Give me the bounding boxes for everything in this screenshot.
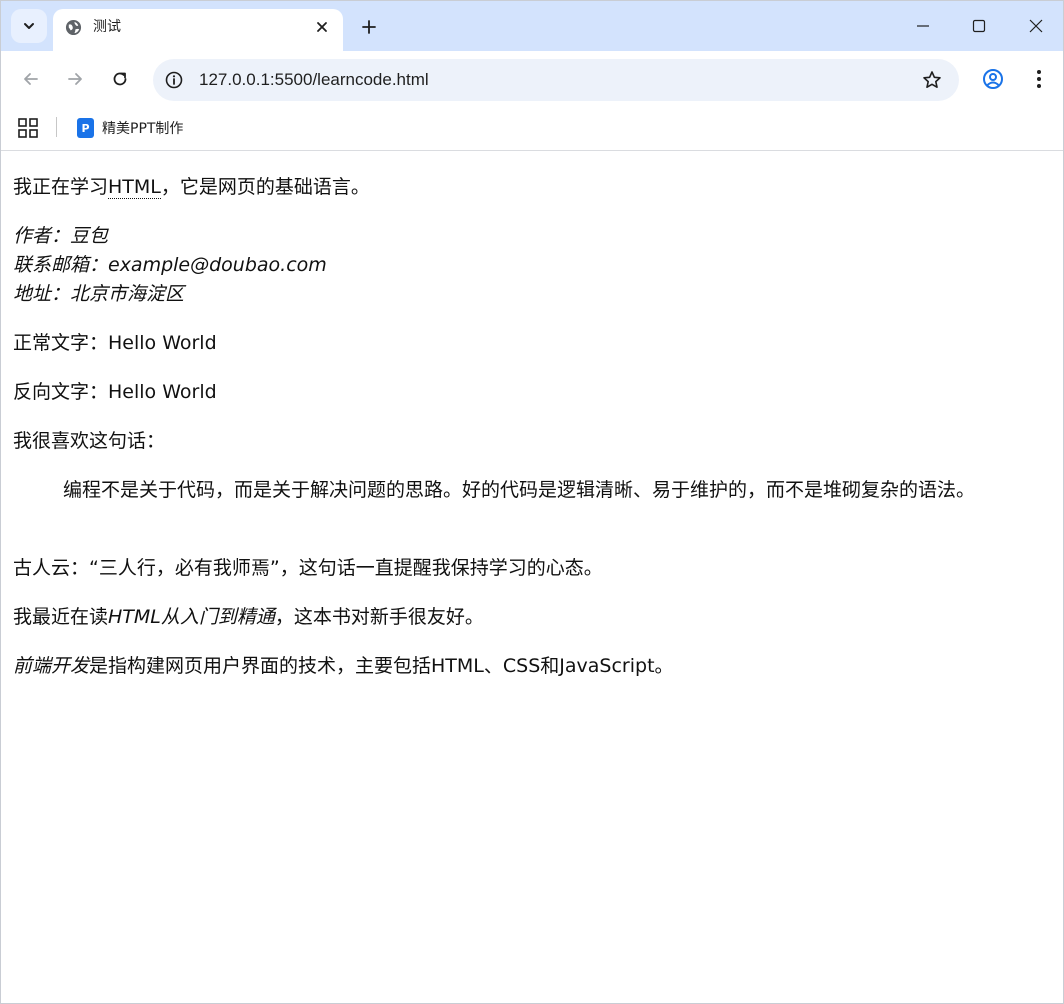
bookmark-star-icon[interactable] xyxy=(921,69,943,91)
close-icon xyxy=(317,22,327,32)
blockquote: 编程不是关于代码，而是关于解决问题的思路。好的代码是逻辑清晰、易于维护的，而不是… xyxy=(63,479,976,501)
minimize-button[interactable] xyxy=(905,9,941,43)
browser-window: 测试 127.0.0.1:5500/learncode.html P 精美PPT… xyxy=(0,0,1064,1004)
forward-button[interactable] xyxy=(61,65,89,93)
reading-paragraph: 我最近在读HTML从入门到精通，这本书对新手很友好。 xyxy=(13,606,484,628)
more-vert-icon xyxy=(1037,70,1041,88)
book-title: HTML从入门到精通 xyxy=(108,606,275,628)
arrow-left-icon xyxy=(24,73,38,85)
reload-icon xyxy=(113,72,127,86)
reversed-text: dlroW olleH xyxy=(108,381,217,403)
maximize-icon xyxy=(972,19,986,33)
definition-term: 前端开发 xyxy=(13,655,90,677)
chevron-down-icon xyxy=(24,23,34,29)
bookmark-item[interactable]: P 精美PPT制作 xyxy=(77,115,183,141)
browser-toolbar: 127.0.0.1:5500/learncode.html xyxy=(1,51,1063,107)
ppt-icon: P xyxy=(77,118,94,138)
address-bar[interactable]: 127.0.0.1:5500/learncode.html xyxy=(153,59,959,101)
minimize-icon xyxy=(917,25,929,27)
bookmarks-bar: P 精美PPT制作 xyxy=(1,107,1063,151)
maximize-button[interactable] xyxy=(961,9,997,43)
globe-icon xyxy=(65,19,82,36)
profile-button[interactable] xyxy=(979,65,1007,93)
url-text[interactable]: 127.0.0.1:5500/learncode.html xyxy=(199,69,429,91)
author-line: 作者：豆包 xyxy=(13,225,109,247)
like-intro: 我很喜欢这句话： xyxy=(13,430,166,452)
normal-text-line: 正常文字：Hello World xyxy=(13,332,217,354)
close-window-button[interactable] xyxy=(1018,9,1054,43)
close-icon xyxy=(1029,19,1043,33)
bookmark-label: 精美PPT制作 xyxy=(102,121,184,137)
reverse-text-line: 反向文字：dlroW olleH xyxy=(13,381,217,403)
account-icon xyxy=(983,69,1003,89)
intro-paragraph: 我正在学习HTML，它是网页的基础语言。 xyxy=(13,176,370,199)
plus-icon xyxy=(362,20,376,34)
html-abbreviation: HTML xyxy=(108,176,161,199)
tab-strip: 测试 xyxy=(1,1,1063,51)
arrow-right-icon xyxy=(68,73,82,85)
ancient-saying-paragraph: 古人云：“三人行，必有我师焉”，这句话一直提醒我保持学习的心态。 xyxy=(13,557,603,579)
back-button[interactable] xyxy=(17,65,45,93)
new-tab-button[interactable] xyxy=(355,13,383,41)
reload-button[interactable] xyxy=(106,65,134,93)
tab-search-button[interactable] xyxy=(11,9,47,43)
email-line: 联系邮箱：example@doubao.com xyxy=(13,254,327,276)
site-info-icon[interactable] xyxy=(163,69,185,91)
bookmark-separator xyxy=(56,117,57,137)
menu-button[interactable] xyxy=(1025,65,1053,93)
location-line: 地址：北京市海淀区 xyxy=(13,283,185,305)
tab-close-button[interactable] xyxy=(311,16,333,38)
apps-grid-icon[interactable] xyxy=(17,117,39,139)
active-tab[interactable]: 测试 xyxy=(53,9,343,51)
inline-quote: “三人行，必有我师焉” xyxy=(89,557,280,579)
tab-title: 测试 xyxy=(93,19,121,35)
definition-paragraph: 前端开发是指构建网页用户界面的技术，主要包括HTML、CSS和JavaScrip… xyxy=(13,655,674,677)
